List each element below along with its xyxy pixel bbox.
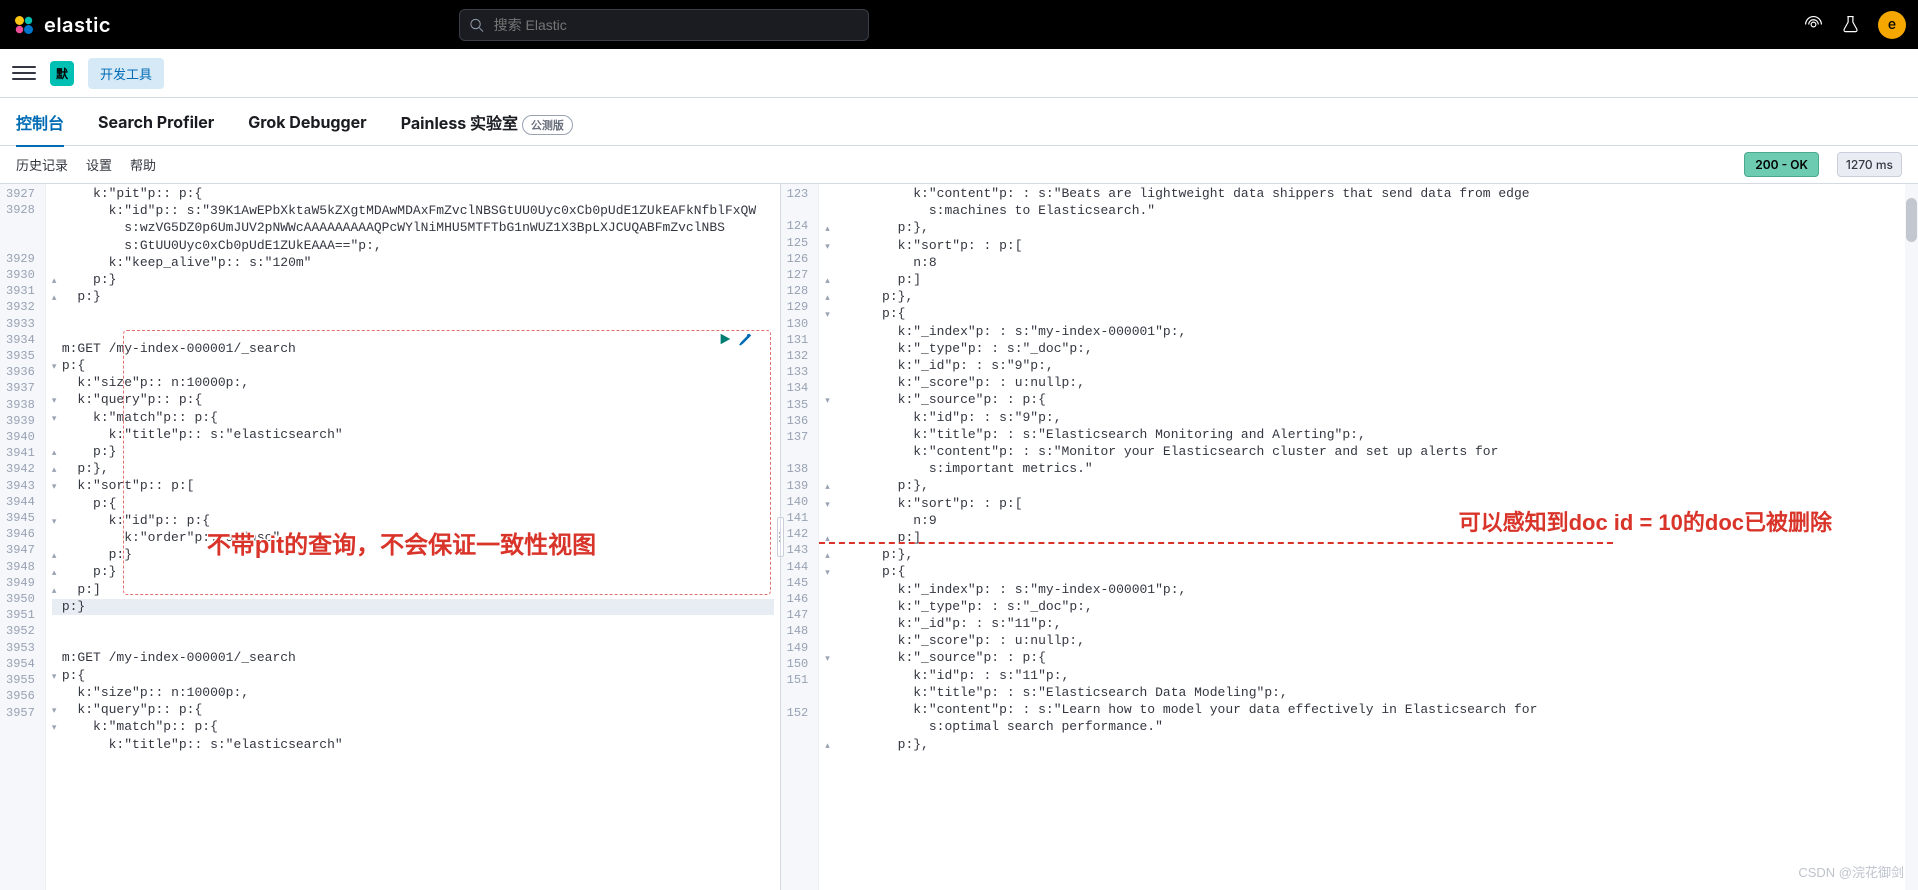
annotation-left: 不带pit的查询，不会保证一致性视图 bbox=[207, 538, 596, 554]
run-request-icon[interactable] bbox=[718, 332, 732, 346]
global-header: elastic e bbox=[0, 0, 1918, 49]
toolbar-help[interactable]: 帮助 bbox=[130, 155, 156, 174]
brand-text: elastic bbox=[44, 13, 111, 37]
beta-badge: 公测版 bbox=[522, 115, 573, 135]
pane-resize-handle[interactable] bbox=[781, 517, 784, 557]
scrollbar-track[interactable] bbox=[1905, 184, 1918, 890]
annotation-divider bbox=[819, 542, 1613, 544]
search-input[interactable] bbox=[459, 9, 869, 41]
request-code[interactable]: k:"pit"p:: p:{ k:"id"p:: s:"39K1AwEPbXkt… bbox=[46, 184, 780, 890]
annotation-right: 可以感知到doc id = 10的doc已被删除 bbox=[1459, 515, 1832, 531]
logo[interactable]: elastic bbox=[12, 13, 111, 37]
response-gutter: 123 124 125 126 127 128 129 130 131 132 … bbox=[781, 184, 820, 890]
nav-toggle-icon[interactable] bbox=[12, 61, 36, 85]
scrollbar-thumb[interactable] bbox=[1906, 198, 1917, 242]
sub-header: 默 开发工具 bbox=[0, 49, 1918, 98]
response-time-badge: 1270 ms bbox=[1837, 152, 1902, 177]
request-gutter: 3927 3928 3929 3930 3931 3932 3933 3934 … bbox=[0, 184, 46, 890]
toolbar-settings[interactable]: 设置 bbox=[86, 155, 112, 174]
tab-Painless 实验室[interactable]: Painless 实验室 公测版 bbox=[401, 98, 573, 146]
app-tabs: 控制台 Search Profiler Grok Debugger Painless … bbox=[0, 98, 1918, 146]
tab-控制台[interactable]: 控制台 bbox=[16, 98, 64, 146]
toolbar-history[interactable]: 历史记录 bbox=[16, 155, 68, 174]
response-code[interactable]: k:"content"p: : s:"Beats are lightweight… bbox=[819, 184, 1918, 890]
watermark: CSDN @浣花御剑 bbox=[1798, 862, 1904, 881]
search-icon bbox=[469, 17, 484, 32]
request-pane[interactable]: 3927 3928 3929 3930 3931 3932 3933 3934 … bbox=[0, 184, 781, 890]
newsfeed-icon[interactable] bbox=[1804, 15, 1823, 34]
console-toolbar: 历史记录 设置 帮助 200 - OK 1270 ms bbox=[0, 146, 1918, 184]
request-options-icon[interactable] bbox=[738, 332, 752, 346]
app-breadcrumb[interactable]: 开发工具 bbox=[88, 58, 164, 89]
response-status-badge: 200 - OK bbox=[1744, 152, 1819, 177]
space-badge[interactable]: 默 bbox=[50, 61, 74, 86]
tab-Grok Debugger[interactable]: Grok Debugger bbox=[248, 100, 366, 144]
elastic-logo-icon bbox=[12, 13, 36, 37]
user-avatar[interactable]: e bbox=[1878, 11, 1906, 39]
response-pane[interactable]: 123 124 125 126 127 128 129 130 131 132 … bbox=[781, 184, 1918, 890]
global-search[interactable] bbox=[459, 9, 869, 41]
labs-icon[interactable] bbox=[1841, 15, 1860, 34]
tab-Search Profiler[interactable]: Search Profiler bbox=[98, 100, 214, 144]
editor-split: 3927 3928 3929 3930 3931 3932 3933 3934 … bbox=[0, 184, 1918, 890]
